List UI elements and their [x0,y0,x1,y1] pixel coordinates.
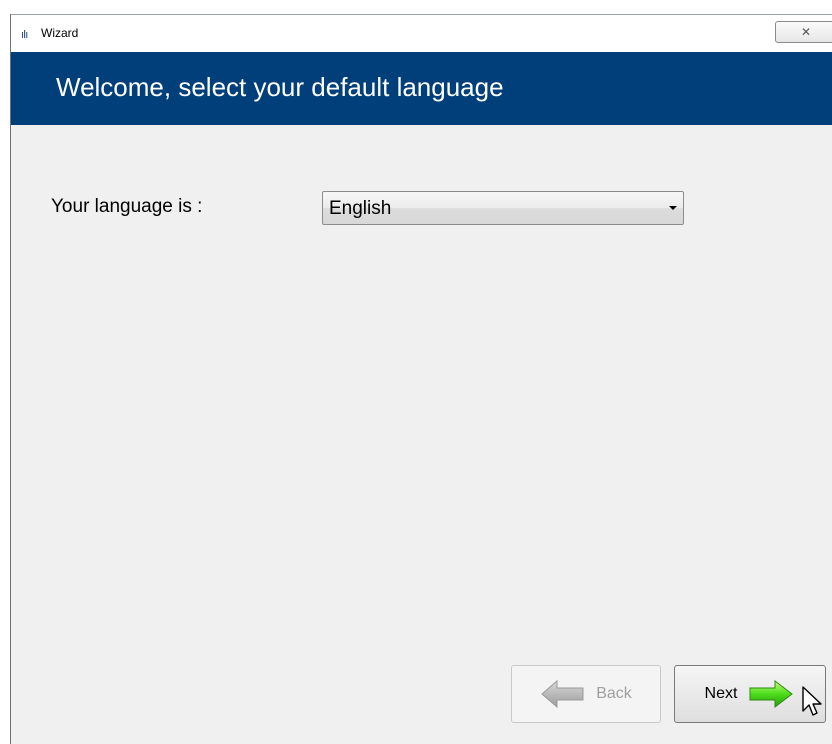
close-icon: ✕ [800,25,812,39]
window-title: Wizard [41,26,79,40]
header-banner: Welcome, select your default language [11,52,832,125]
language-select[interactable]: English [322,191,684,225]
arrow-left-icon [541,679,584,709]
mouse-cursor-icon [802,686,822,716]
next-button-label: Next [704,685,738,702]
close-button[interactable]: ✕ [775,21,832,43]
arrow-right-icon [749,679,794,709]
back-button[interactable]: Back [511,665,661,723]
back-button-label: Back [596,685,632,702]
chevron-down-icon [669,206,677,210]
app-logo-icon: ıIı [21,28,28,41]
language-label: Your language is : [51,196,203,217]
wizard-window: ıIı Wizard ✕ Welcome, select your defaul… [10,14,832,744]
language-selected-value: English [329,198,392,219]
page-title: Welcome, select your default language [56,72,504,102]
title-bar[interactable]: ıIı Wizard ✕ [11,14,832,52]
